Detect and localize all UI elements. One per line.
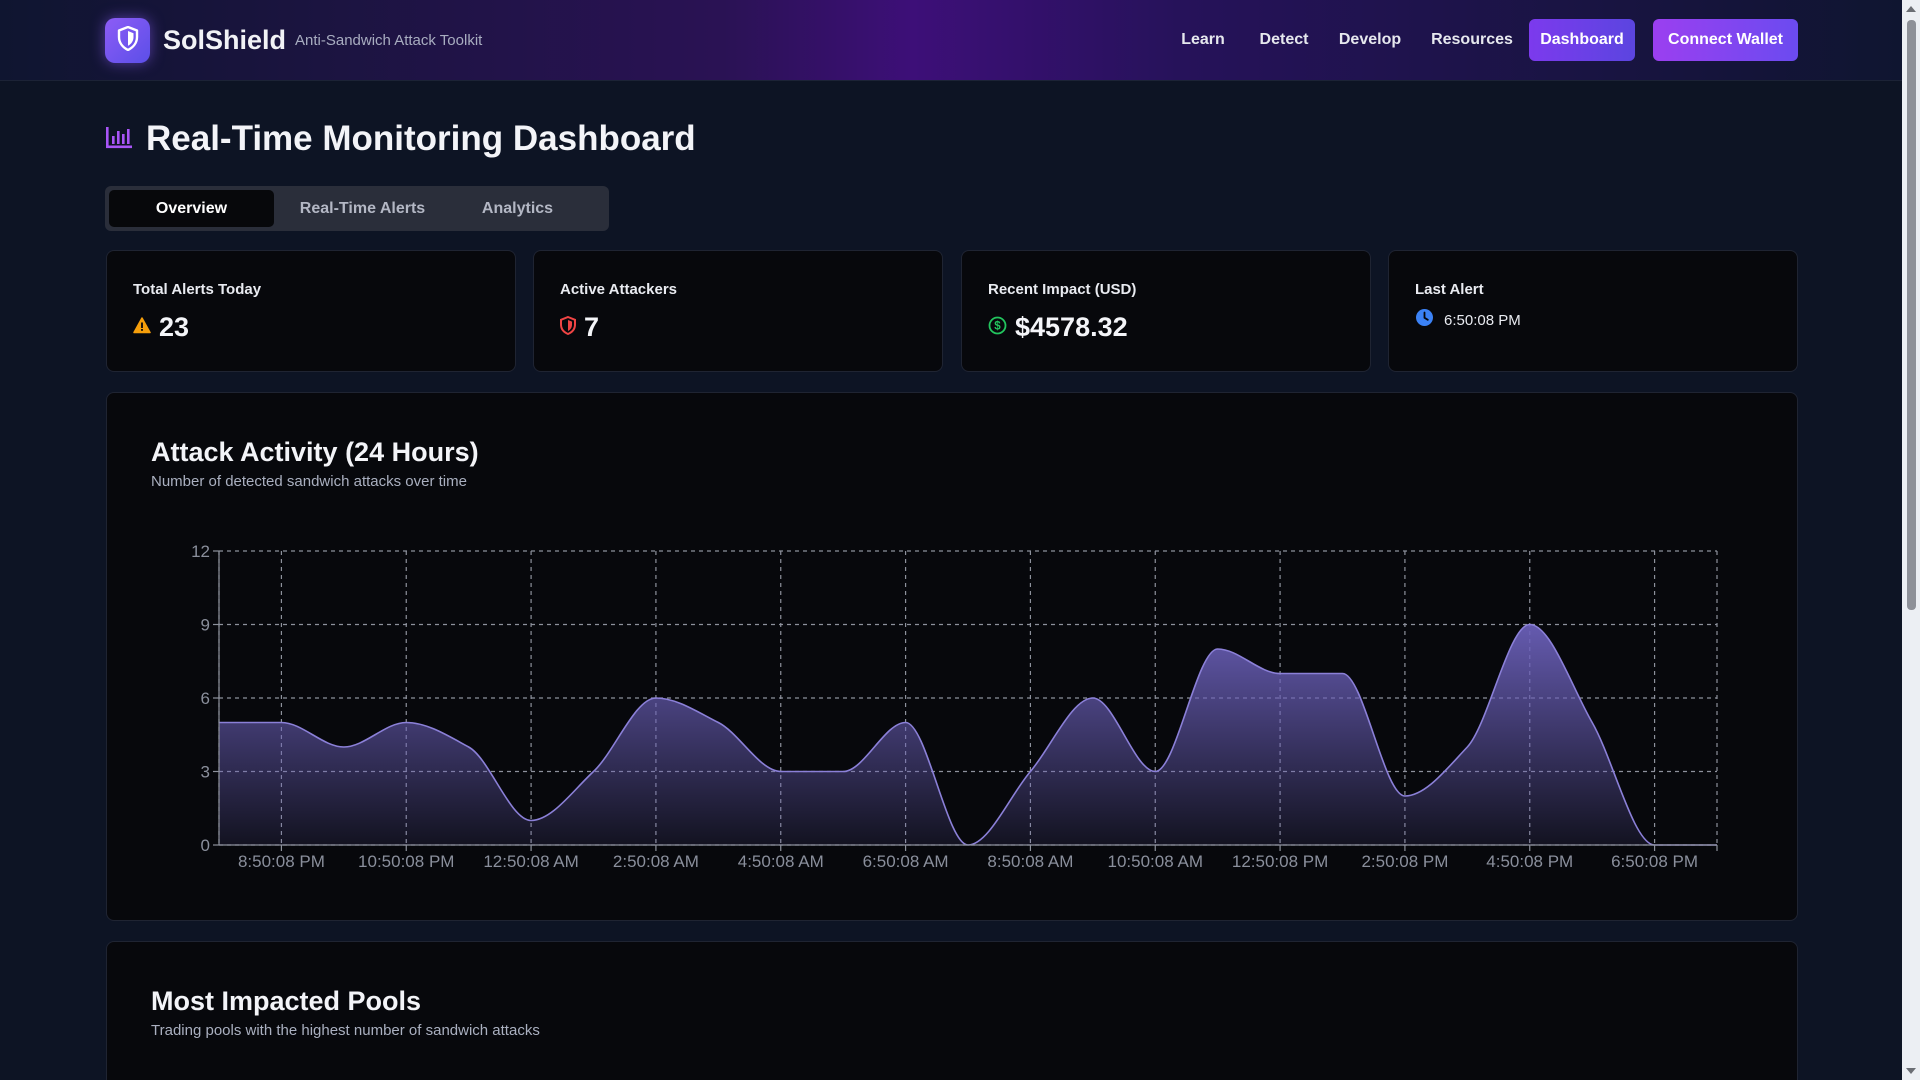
brand-name[interactable]: SolShield [163, 25, 286, 56]
page-scrollbar[interactable] [1902, 0, 1920, 1080]
pools-title: Most Impacted Pools [151, 986, 422, 1016]
page-title: Real-Time Monitoring Dashboard [146, 119, 696, 158]
nav-detect[interactable]: Detect [1252, 19, 1316, 61]
attack-area-fill [219, 624, 1717, 845]
x-tick-label: 8:50:08 PM [238, 852, 325, 871]
nav-learn[interactable]: Learn [1174, 19, 1232, 61]
y-tick-label: 3 [201, 763, 210, 782]
x-tick-label: 6:50:08 PM [1611, 852, 1698, 871]
tab-real-time-alerts[interactable]: Real-Time Alerts [295, 190, 430, 227]
stat-label: Recent Impact (USD) [988, 281, 1137, 298]
tab-analytics[interactable]: Analytics [450, 190, 585, 227]
y-tick-label: 0 [201, 836, 210, 855]
dollar-circle-icon: $ [988, 316, 1007, 340]
svg-text:$: $ [994, 320, 1001, 332]
x-tick-label: 6:50:08 AM [863, 852, 949, 871]
stat-card-active-attackers: Active Attackers 7 [533, 250, 943, 372]
scroll-up-arrow-icon[interactable] [1906, 6, 1916, 12]
x-tick-label: 10:50:08 PM [358, 852, 454, 871]
x-tick-label: 2:50:08 PM [1361, 852, 1448, 871]
dashboard-tabs: Overview Real-Time Alerts Analytics [105, 186, 609, 231]
stat-value: $4578.32 [1015, 312, 1128, 342]
x-tick-label: 4:50:08 PM [1486, 852, 1573, 871]
stat-card-recent-impact: Recent Impact (USD) $ $4578.32 [961, 250, 1371, 372]
pools-subtitle: Trading pools with the highest number of… [151, 1022, 540, 1039]
scroll-down-arrow-icon[interactable] [1906, 1068, 1916, 1074]
nav-dashboard[interactable]: Dashboard [1529, 19, 1635, 61]
x-tick-label: 12:50:08 PM [1232, 852, 1328, 871]
tab-overview[interactable]: Overview [109, 190, 274, 227]
top-navbar: SolShield Anti-Sandwich Attack Toolkit L… [0, 0, 1902, 81]
y-tick-label: 9 [201, 616, 210, 635]
connect-wallet-button[interactable]: Connect Wallet [1653, 19, 1798, 61]
x-tick-label: 2:50:08 AM [613, 852, 699, 871]
x-tick-label: 10:50:08 AM [1108, 852, 1203, 871]
shield-alert-icon [560, 315, 576, 340]
stat-value: 7 [584, 312, 600, 342]
stat-value: 6:50:08 PM [1444, 311, 1521, 329]
nav-resources[interactable]: Resources [1430, 19, 1514, 61]
x-tick-label: 4:50:08 AM [738, 852, 824, 871]
bar-chart-icon [105, 126, 133, 155]
warning-icon [133, 316, 151, 339]
stat-card-total-alerts: Total Alerts Today 23 [106, 250, 516, 372]
attack-activity-card: Attack Activity (24 Hours) Number of det… [106, 392, 1798, 921]
scroll-thumb[interactable] [1907, 20, 1916, 610]
stat-label: Total Alerts Today [133, 281, 262, 298]
y-tick-label: 12 [191, 542, 210, 561]
logo[interactable] [105, 18, 150, 63]
stat-label: Last Alert [1415, 281, 1484, 298]
brand-tagline: Anti-Sandwich Attack Toolkit [295, 32, 483, 49]
x-tick-label: 12:50:08 AM [483, 852, 578, 871]
x-tick-label: 8:50:08 AM [987, 852, 1073, 871]
attack-activity-chart: 0 3 6 9 12 8:50:08 PM 10:50:08 PM 12:50:08 AM 2:… [191, 542, 1718, 871]
stat-label: Active Attackers [560, 281, 678, 298]
clock-icon [1415, 308, 1434, 332]
nav-develop[interactable]: Develop [1335, 19, 1405, 61]
y-tick-label: 6 [201, 689, 210, 708]
most-impacted-pools-card: Most Impacted Pools Trading pools with t… [106, 941, 1798, 1080]
shield-icon [117, 25, 139, 56]
stat-card-last-alert: Last Alert 6:50:08 PM [1388, 250, 1798, 372]
stat-value: 23 [159, 312, 190, 342]
